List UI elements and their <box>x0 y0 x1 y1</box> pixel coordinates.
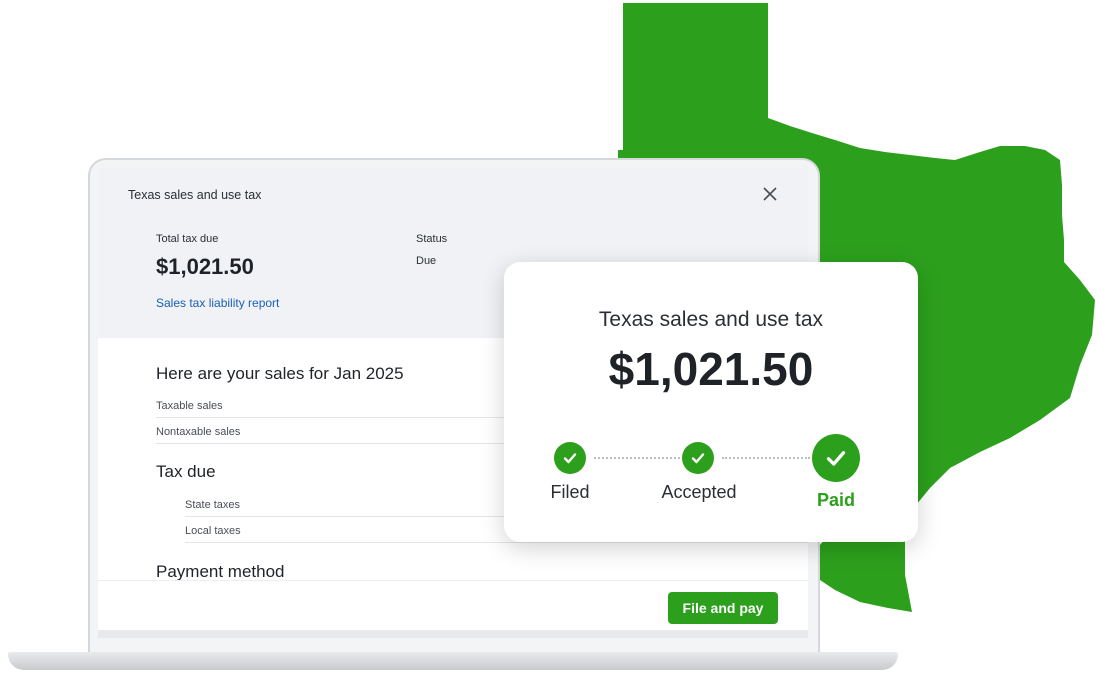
taxable-sales-label: Taxable sales <box>156 400 223 412</box>
close-icon[interactable] <box>762 186 778 202</box>
status-label: Status <box>416 233 448 245</box>
total-tax-due-value: $1,021.50 <box>156 254 254 279</box>
step-paid-check-icon <box>812 434 860 482</box>
card-amount: $1,021.50 <box>608 343 814 395</box>
card-title: Texas sales and use tax <box>598 308 824 331</box>
screen-bottom-bar <box>98 630 808 638</box>
divider <box>185 542 808 543</box>
step-connector <box>722 457 810 459</box>
status-value: Due <box>416 255 437 267</box>
total-tax-due-label: Total tax due <box>156 233 219 245</box>
nontaxable-sales-label: Nontaxable sales <box>156 426 241 438</box>
local-taxes-label: Local taxes <box>185 525 241 537</box>
step-filed-check-icon <box>554 442 586 474</box>
step-filed-label: Filed <box>550 482 590 502</box>
sales-tax-liability-report-link[interactable]: Sales tax liability report <box>156 296 279 310</box>
sales-heading: Here are your sales for Jan 2025 <box>156 364 404 383</box>
tax-due-heading: Tax due <box>156 462 216 481</box>
step-accepted-label: Accepted <box>661 482 737 502</box>
step-accepted-check-icon <box>682 442 714 474</box>
step-paid-label: Paid <box>816 490 855 510</box>
step-connector <box>594 457 680 459</box>
file-and-pay-button[interactable]: File and pay <box>668 592 778 624</box>
laptop-base <box>8 652 898 670</box>
payment-method-heading: Payment method <box>156 562 285 581</box>
filing-status-card: Texas sales and use tax $1,021.50 Filed … <box>504 262 918 542</box>
panel-title: Texas sales and use tax <box>128 188 262 202</box>
state-taxes-label: State taxes <box>185 499 241 511</box>
